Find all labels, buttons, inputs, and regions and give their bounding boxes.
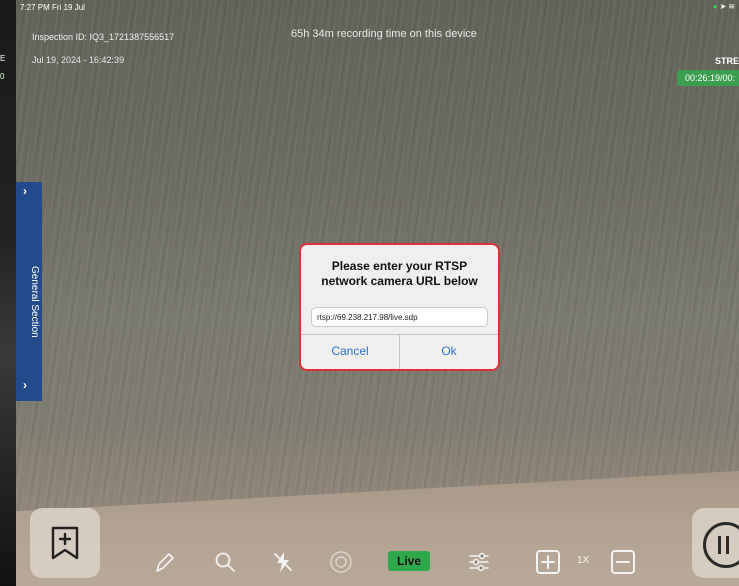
pause-bar [718,536,721,554]
capture-button[interactable] [328,549,354,575]
dialog-title: Please enter your RTSP network camera UR… [301,259,498,289]
inspection-timestamp: Jul 19, 2024 - 16:42:39 [32,55,125,65]
pen-icon [156,553,174,572]
flash-toggle-button[interactable] [270,549,296,575]
recording-time-remaining: 65h 34m recording time on this device [291,28,477,40]
stream-timer-badge: 00:26:19/00: [676,70,739,86]
zoom-out-button[interactable] [610,549,636,575]
chevron-right-icon[interactable]: › [23,184,27,198]
previous-screen-slice: E 0 [0,0,16,586]
dialog-title-line: network camera URL below [321,274,478,288]
search-icon [215,552,235,572]
ok-button[interactable]: Ok [399,335,498,369]
dialog-title-line: Please enter your RTSP [331,259,468,273]
status-time: 7:27 PM Fri 19 Jul [20,3,85,12]
pause-bar [726,536,729,554]
general-section-panel[interactable]: › General Section › [16,182,42,401]
annotate-button[interactable] [152,549,178,575]
flash-off-icon [274,552,292,572]
sliders-icon [469,552,489,572]
pause-recording-button[interactable] [692,508,739,578]
status-icons: ● ➤ ≋ [713,2,735,11]
bookmark-add-icon [51,526,79,560]
stream-label: STRE [714,56,739,66]
pause-icon [703,522,739,568]
wifi-icon: ≋ [728,2,735,11]
general-section-label: General Section [29,266,40,338]
search-button[interactable] [212,549,238,575]
camera-screen: 7:27 PM Fri 19 Jul ● ➤ ≋ Inspection ID: … [16,0,739,586]
location-icon: ➤ [719,2,727,11]
camera-capture-icon [330,551,352,573]
rtsp-url-input[interactable] [311,307,488,327]
zoom-level: 1X [577,555,590,566]
dialog-actions: Cancel Ok [301,334,498,369]
zoom-in-icon [536,550,560,574]
bookmark-add-button[interactable] [30,508,100,578]
inspection-id: Inspection ID: IQ3_1721387556517 [32,32,175,42]
slice-text: 0 [0,72,5,81]
mic-indicator-icon: ● [712,2,718,11]
cancel-button[interactable]: Cancel [301,335,399,369]
live-button[interactable]: Live [388,551,430,571]
zoom-out-icon [611,550,635,574]
settings-sliders-button[interactable] [466,549,492,575]
rtsp-url-dialog: Please enter your RTSP network camera UR… [299,243,500,371]
slice-text: E [0,54,6,63]
zoom-in-button[interactable] [535,549,561,575]
chevron-right-icon[interactable]: › [23,378,27,392]
